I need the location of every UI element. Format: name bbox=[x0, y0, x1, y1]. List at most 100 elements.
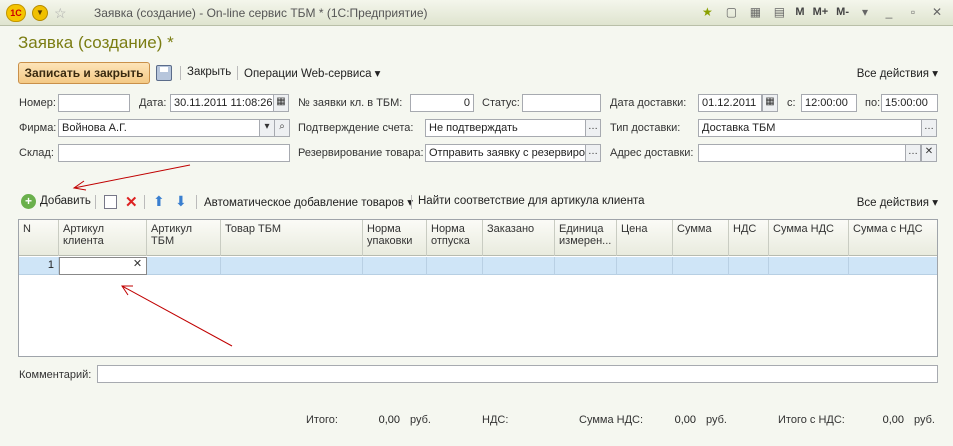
table-cell[interactable] bbox=[427, 257, 483, 275]
delivery-address-select-button[interactable]: … bbox=[905, 144, 921, 162]
column-header[interactable]: Цена bbox=[617, 220, 673, 256]
table-cell[interactable] bbox=[673, 257, 729, 275]
invoice-confirmation-field[interactable]: Не подтверждать bbox=[425, 119, 586, 137]
total-value: 0,00 bbox=[378, 414, 400, 426]
column-header[interactable]: Артикул ТБМ bbox=[147, 220, 221, 256]
main-menu-icon[interactable]: ▼ bbox=[32, 5, 48, 21]
add-row-button[interactable]: Добавить bbox=[40, 195, 91, 207]
toolbar-divider bbox=[180, 66, 181, 80]
column-header[interactable]: Заказано bbox=[483, 220, 555, 256]
delivery-address-clear-icon[interactable]: ✕ bbox=[921, 144, 937, 162]
toolbar-divider bbox=[196, 195, 197, 209]
table-row[interactable]: 1 ✕ bbox=[19, 257, 937, 275]
table-cell[interactable] bbox=[147, 257, 221, 275]
copy-row-icon[interactable] bbox=[104, 195, 117, 209]
reserve-field[interactable]: Отправить заявку с резервиро bbox=[425, 144, 586, 162]
column-header[interactable]: Сумма с НДС bbox=[849, 220, 937, 256]
column-header[interactable]: N bbox=[19, 220, 59, 256]
toolbar-divider bbox=[237, 66, 238, 80]
calculator-icon[interactable]: ▦ bbox=[747, 4, 763, 20]
column-header[interactable]: Норма отпуска bbox=[427, 220, 483, 256]
firm-field[interactable]: Войнова А.Г. bbox=[58, 119, 260, 137]
save-icon[interactable] bbox=[156, 65, 172, 81]
page-title: Заявка (создание) * bbox=[18, 33, 174, 52]
date-field[interactable]: 30.11.2011 11:08:26 bbox=[170, 94, 274, 112]
delivery-address-field[interactable] bbox=[698, 144, 906, 162]
toolbar-divider bbox=[411, 195, 412, 209]
delivery-date-field[interactable]: 01.12.2011 bbox=[698, 94, 762, 112]
column-header[interactable]: НДС bbox=[729, 220, 769, 256]
clear-cell-icon[interactable]: ✕ bbox=[129, 257, 146, 273]
row-number: 1 bbox=[19, 257, 59, 275]
delivery-type-field[interactable]: Доставка ТБМ bbox=[698, 119, 922, 137]
column-header[interactable]: Артикул клиента bbox=[59, 220, 147, 256]
vat-label: НДС: bbox=[482, 414, 509, 426]
vat-sum-currency: руб. bbox=[706, 414, 727, 426]
goods-table[interactable]: N Артикул клиента Артикул ТБМ Товар ТБМ … bbox=[18, 219, 938, 357]
chevron-down-icon[interactable]: ▾ bbox=[857, 4, 873, 20]
table-header: N Артикул клиента Артикул ТБМ Товар ТБМ … bbox=[19, 220, 937, 256]
table-cell[interactable] bbox=[617, 257, 673, 275]
delete-row-icon[interactable]: ✕ bbox=[125, 193, 138, 211]
document-icon[interactable]: ▢ bbox=[723, 4, 739, 20]
delivery-type-select-button[interactable]: … bbox=[921, 119, 937, 137]
table-toolbar: + Добавить ✕ ⬆ ⬇ Автоматическое добавлен… bbox=[18, 192, 938, 212]
memory-m-button[interactable]: M bbox=[795, 4, 804, 20]
favorite-star-icon[interactable]: ☆ bbox=[54, 5, 67, 21]
column-header[interactable]: Товар ТБМ bbox=[221, 220, 363, 256]
firm-search-icon[interactable]: ⌕ bbox=[274, 119, 290, 137]
close-button[interactable]: Закрыть bbox=[187, 66, 231, 78]
firm-dropdown-icon[interactable]: ▾ bbox=[259, 119, 275, 137]
status-label: Статус: bbox=[482, 97, 520, 109]
auto-add-goods-menu[interactable]: Автоматическое добавление товаров ▾ bbox=[204, 195, 413, 209]
web-operations-menu[interactable]: Операции Web-сервиса ▾ bbox=[244, 66, 380, 80]
toolbar-divider bbox=[144, 195, 145, 209]
app-logo-icon[interactable]: 1С bbox=[6, 4, 26, 22]
column-header[interactable]: Норма упаковки bbox=[363, 220, 427, 256]
find-match-button[interactable]: Найти соответствие для артикула клиента bbox=[418, 195, 645, 207]
table-cell[interactable] bbox=[729, 257, 769, 275]
reserve-label: Резервирование товара: bbox=[298, 147, 424, 159]
date-calendar-icon[interactable]: ▦ bbox=[273, 94, 289, 112]
time-from-label: с: bbox=[787, 97, 796, 109]
comment-label: Комментарий: bbox=[19, 369, 92, 381]
move-up-icon[interactable]: ⬆ bbox=[153, 193, 165, 210]
invoice-confirmation-label: Подтверждение счета: bbox=[298, 122, 414, 134]
arrow-head bbox=[72, 180, 87, 191]
column-header[interactable]: Сумма НДС bbox=[769, 220, 849, 256]
close-icon[interactable]: ✕ bbox=[929, 4, 945, 20]
time-to-field[interactable]: 15:00:00 bbox=[881, 94, 938, 112]
delivery-date-calendar-icon[interactable]: ▦ bbox=[762, 94, 778, 112]
favorite-add-icon[interactable]: ★ bbox=[699, 4, 715, 20]
reserve-select-button[interactable]: … bbox=[585, 144, 601, 162]
memory-minus-button[interactable]: M- bbox=[836, 4, 849, 20]
table-cell[interactable] bbox=[363, 257, 427, 275]
calendar-icon[interactable]: ▤ bbox=[771, 4, 787, 20]
table-cell[interactable] bbox=[221, 257, 363, 275]
client-order-number-field[interactable]: 0 bbox=[410, 94, 474, 112]
table-cell[interactable] bbox=[849, 257, 937, 275]
save-close-button[interactable]: Записать и закрыть bbox=[18, 62, 150, 84]
column-header[interactable]: Сумма bbox=[673, 220, 729, 256]
invoice-confirmation-select-button[interactable]: … bbox=[585, 119, 601, 137]
table-cell[interactable] bbox=[555, 257, 617, 275]
window-titlebar: 1С ▼ ☆ Заявка (создание) - On-line серви… bbox=[0, 0, 953, 26]
delivery-type-label: Тип доставки: bbox=[610, 122, 681, 134]
memory-plus-button[interactable]: M+ bbox=[813, 4, 829, 20]
comment-field[interactable] bbox=[97, 365, 938, 383]
restore-icon[interactable]: ▫ bbox=[905, 4, 921, 20]
warehouse-field[interactable] bbox=[58, 144, 290, 162]
move-down-icon[interactable]: ⬇ bbox=[175, 193, 187, 210]
minimize-icon[interactable]: _ bbox=[881, 4, 897, 20]
add-icon[interactable]: + bbox=[21, 194, 36, 209]
table-cell[interactable] bbox=[769, 257, 849, 275]
time-from-field[interactable]: 12:00:00 bbox=[801, 94, 857, 112]
table-cell[interactable] bbox=[483, 257, 555, 275]
number-field[interactable] bbox=[58, 94, 130, 112]
table-all-actions-menu[interactable]: Все действия ▾ bbox=[857, 195, 938, 209]
column-header[interactable]: Единица измерен... bbox=[555, 220, 617, 256]
status-field[interactable] bbox=[522, 94, 601, 112]
vat-sum-label: Сумма НДС: bbox=[579, 414, 644, 426]
all-actions-menu[interactable]: Все действия ▾ bbox=[857, 66, 938, 80]
arrow-to-add-button bbox=[73, 164, 191, 189]
